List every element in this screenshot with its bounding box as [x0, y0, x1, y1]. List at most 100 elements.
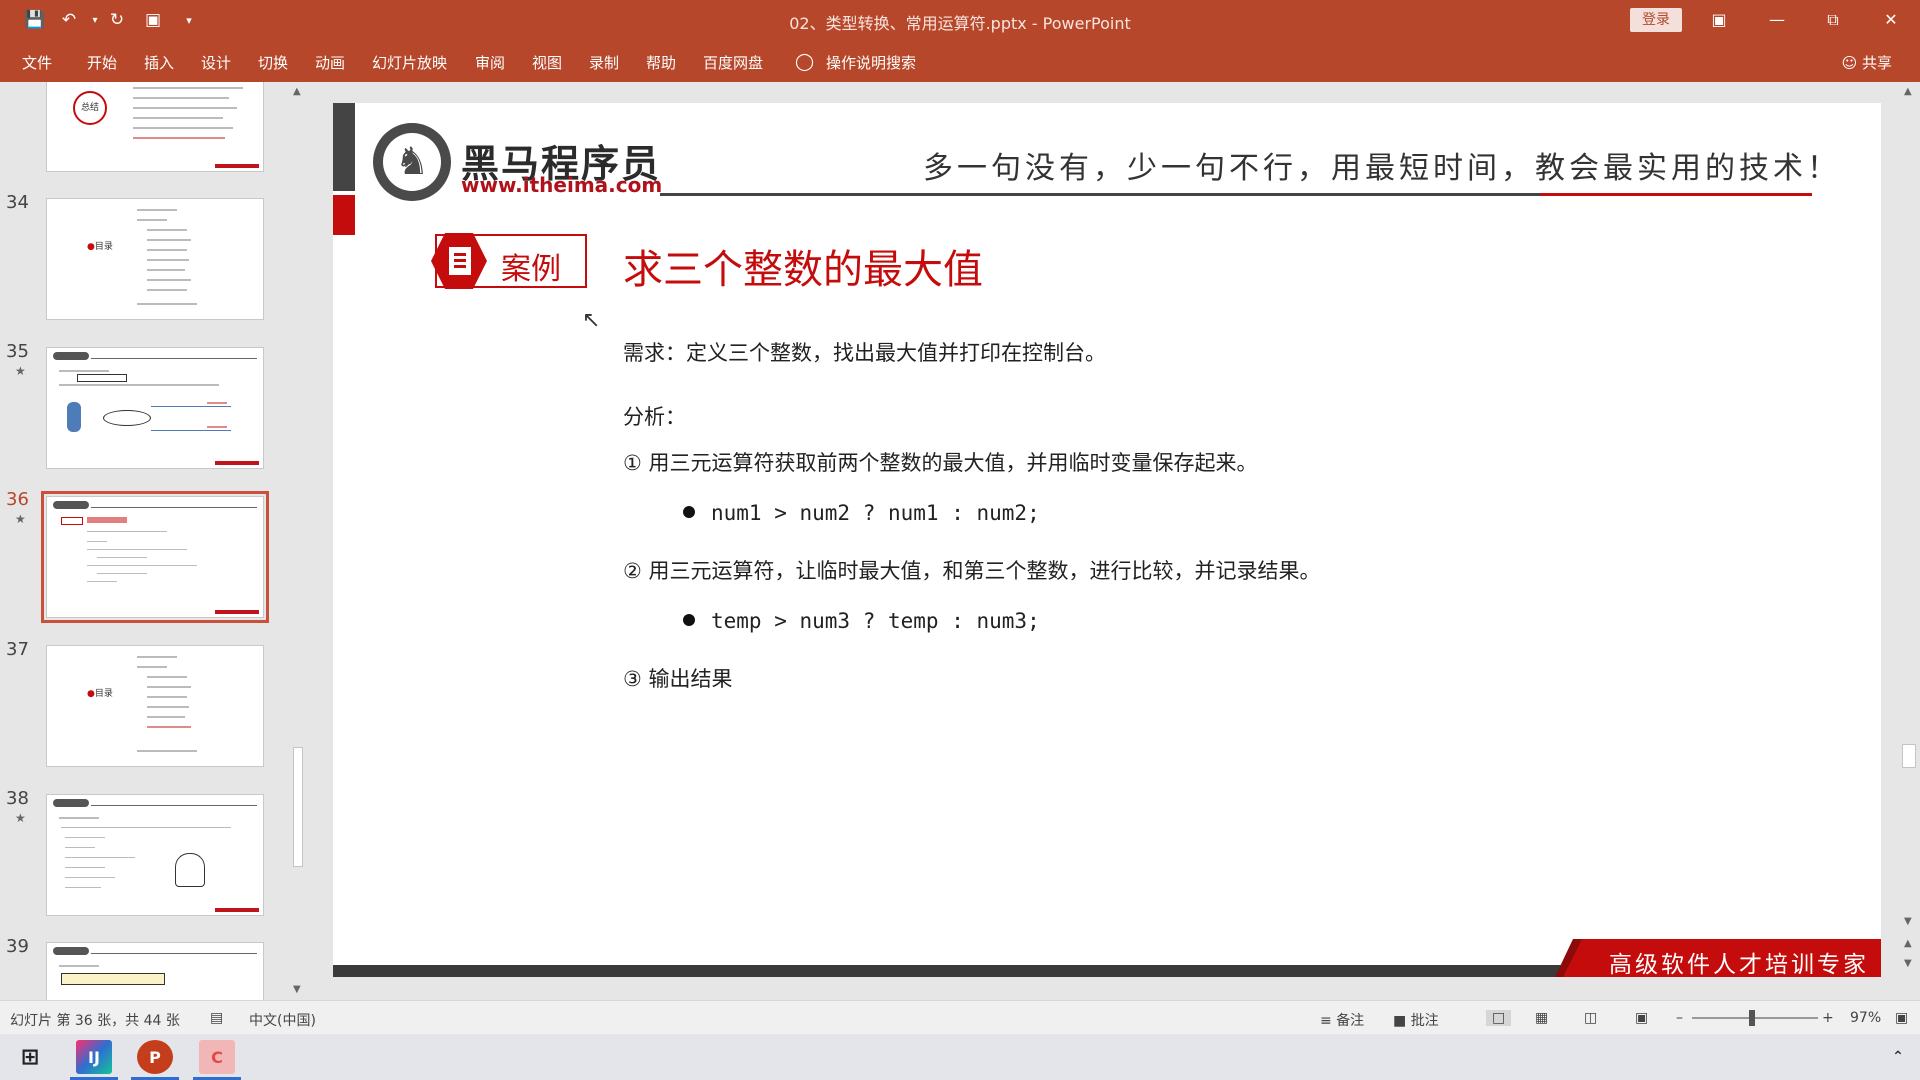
tab-transitions[interactable]: 切换	[258, 52, 288, 73]
restore-icon[interactable]: ⧉	[1810, 6, 1856, 34]
toc-label: ●目录	[87, 689, 113, 699]
next-slide-icon[interactable]: ▼	[1904, 958, 1912, 969]
footer-text: 高级软件人才培训专家	[1609, 952, 1869, 977]
code-text: num1 > num2 ? num1 : num2;	[711, 501, 1040, 525]
tab-record[interactable]: 录制	[589, 52, 619, 73]
slide-thumbnail-39[interactable]	[46, 942, 264, 1000]
thumbnail-scrollbar[interactable]: ▲ ▼	[290, 82, 306, 1000]
zoom-slider[interactable]	[1692, 1017, 1818, 1019]
slide-thumbnail-35[interactable]	[46, 347, 264, 469]
tab-slideshow[interactable]: 幻灯片放映	[372, 52, 447, 73]
comments-button[interactable]: ■ 批注	[1393, 1010, 1439, 1030]
windows-start-icon[interactable]: ⊞	[12, 1040, 48, 1074]
slide-thumbnail-37[interactable]: ●目录	[46, 645, 264, 767]
powerpoint-icon[interactable]: P	[137, 1040, 173, 1074]
slideshow-icon[interactable]: ▣	[1635, 1010, 1648, 1026]
slogan-underline-accent	[1540, 193, 1812, 196]
slide-sorter-icon[interactable]: ▦	[1535, 1010, 1548, 1026]
close-icon[interactable]: ✕	[1868, 6, 1914, 34]
analysis-step-1[interactable]: ① 用三元运算符获取前两个整数的最大值，并用临时变量保存起来。	[623, 447, 1258, 477]
scroll-down-icon[interactable]: ▼	[1904, 916, 1912, 927]
fit-to-window-icon[interactable]: ▣	[1895, 1010, 1908, 1026]
tab-file[interactable]: 文件	[22, 52, 52, 73]
slide-thumbnail-pane[interactable]: 总结 34 ●目录 35 ★ 36 ★ 37 ●目录 38 ★ 39	[0, 82, 310, 1000]
title-bar: 💾 ↶ ▾ ↻ ▣ ▾ 02、类型转换、常用运算符.pptx - PowerPo…	[0, 0, 1920, 40]
animation-star-icon: ★	[15, 364, 26, 378]
tab-home[interactable]: 开始	[87, 52, 117, 73]
code-line-2[interactable]: temp > num3 ? temp : num3;	[683, 609, 1040, 633]
slide-title[interactable]: 求三个整数的最大值	[623, 237, 983, 295]
header-bar-red	[333, 195, 355, 235]
slide-thumbnail-34[interactable]: ●目录	[46, 198, 264, 320]
scroll-down-icon[interactable]: ▼	[293, 984, 301, 995]
tab-help[interactable]: 帮助	[646, 52, 676, 73]
scroll-up-icon[interactable]: ▲	[293, 86, 301, 97]
analysis-heading[interactable]: 分析：	[623, 401, 686, 431]
analysis-step-2[interactable]: ② 用三元运算符，让临时最大值，和第三个整数，进行比较，并记录结果。	[623, 555, 1321, 585]
undo-dropdown-icon[interactable]: ▾	[84, 9, 106, 31]
header-bar-dark	[333, 103, 355, 191]
slide-thumbnail-38[interactable]	[46, 794, 264, 916]
chevron-up-icon[interactable]: ⌃	[1880, 1040, 1916, 1074]
login-button[interactable]: 登录	[1630, 8, 1682, 32]
notes-button[interactable]: ≡ 备注	[1320, 1010, 1364, 1030]
zoom-out-icon[interactable]: –	[1676, 1010, 1683, 1026]
windows-taskbar: ⊞ IJ P C ⌃	[0, 1034, 1920, 1080]
status-bar: 幻灯片 第 36 张，共 44 张 ▤ 中文(中国) ≡ 备注 ■ 批注 □ ▦…	[0, 1000, 1920, 1034]
bullet-icon	[683, 506, 695, 518]
scrollbar-thumb[interactable]	[293, 747, 303, 867]
notes-icon: ≡	[1320, 1013, 1337, 1029]
analysis-step-3[interactable]: ③ 输出结果	[623, 663, 733, 693]
save-icon[interactable]: 💾	[24, 9, 46, 31]
present-icon[interactable]: ▣	[142, 9, 164, 31]
code-line-1[interactable]: num1 > num2 ? num1 : num2;	[683, 501, 1040, 525]
intellij-icon[interactable]: IJ	[76, 1040, 112, 1074]
spellcheck-icon[interactable]: ▤	[210, 1010, 223, 1026]
document-icon	[431, 233, 487, 289]
slide-number: 38	[6, 788, 29, 809]
slide-number: 35	[6, 341, 29, 362]
summary-circle: 总结	[73, 91, 107, 125]
minimize-icon[interactable]: —	[1754, 6, 1800, 34]
tab-insert[interactable]: 插入	[144, 52, 174, 73]
slide-number: 34	[6, 192, 29, 213]
comments-label: 批注	[1410, 1013, 1439, 1029]
scroll-up-icon[interactable]: ▲	[1904, 86, 1912, 97]
share-label: 共享	[1861, 54, 1892, 72]
slide-canvas[interactable]: ♞ 黑马程序员 www.itheima.com 多一句没有，少一句不行，用最短时…	[333, 103, 1881, 977]
zoom-slider-handle[interactable]	[1749, 1010, 1755, 1026]
tab-animations[interactable]: 动画	[315, 52, 345, 73]
customize-icon[interactable]: ▾	[178, 9, 200, 31]
scrollbar-thumb[interactable]	[1902, 744, 1916, 768]
slide-scrollbar[interactable]: ▲ ▼ ▲ ▼	[1898, 82, 1920, 1000]
slide-count: 幻灯片 第 36 张，共 44 张	[10, 1013, 180, 1029]
reading-view-icon[interactable]: ◫	[1584, 1010, 1597, 1026]
undo-icon[interactable]: ↶	[58, 9, 80, 31]
ribbon-display-icon[interactable]: ▣	[1696, 6, 1742, 34]
mouse-cursor-icon: ↖	[582, 308, 601, 333]
slide-thumbnail-36[interactable]	[41, 491, 269, 623]
tell-me-search[interactable]: 操作说明搜索	[826, 52, 916, 73]
comment-icon: ■	[1393, 1013, 1411, 1029]
share-button[interactable]: ☺ 共享	[1842, 52, 1892, 73]
tab-design[interactable]: 设计	[201, 52, 231, 73]
tab-review[interactable]: 审阅	[475, 52, 505, 73]
requirement-text[interactable]: 需求：定义三个整数，找出最大值并打印在控制台。	[623, 337, 1106, 367]
slide-thumbnail-33[interactable]: 总结	[46, 82, 264, 172]
normal-view-icon[interactable]: □	[1486, 1010, 1512, 1026]
bullet-icon	[683, 614, 695, 626]
redo-icon[interactable]: ↻	[106, 9, 128, 31]
zoom-level[interactable]: 97%	[1850, 1010, 1881, 1026]
zoom-in-icon[interactable]: +	[1822, 1010, 1834, 1026]
tab-baidu-netdisk[interactable]: 百度网盘	[703, 52, 763, 73]
code-text: temp > num3 ? temp : num3;	[711, 609, 1040, 633]
previous-slide-icon[interactable]: ▲	[1904, 938, 1912, 949]
case-badge: 案例	[431, 233, 587, 289]
lightbulb-icon: ◯	[795, 52, 815, 72]
recorder-app-icon[interactable]: C	[199, 1040, 235, 1074]
slide-number: 36	[6, 489, 29, 510]
person-icon: ☺	[1841, 54, 1862, 72]
toc-label: ●目录	[87, 242, 113, 252]
tab-view[interactable]: 视图	[532, 52, 562, 73]
language-indicator[interactable]: 中文(中国)	[249, 1010, 316, 1030]
